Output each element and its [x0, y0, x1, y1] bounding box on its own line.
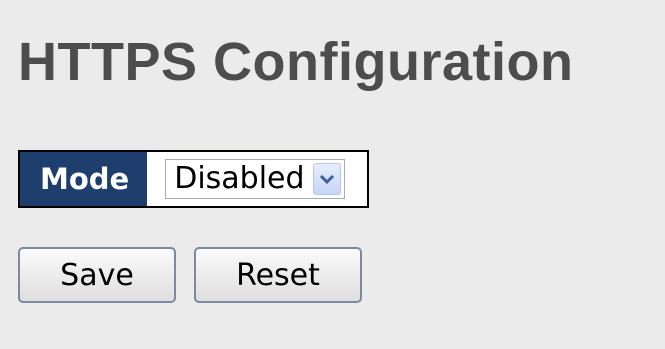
reset-button[interactable]: Reset [194, 247, 362, 303]
chevron-down-icon[interactable] [312, 163, 341, 195]
mode-cell: Disabled [147, 151, 368, 207]
mode-select-value: Disabled [174, 161, 305, 196]
mode-label: Mode [19, 151, 148, 207]
save-button[interactable]: Save [18, 247, 176, 303]
mode-row: Mode Disabled [19, 151, 368, 207]
page-title: HTTPS Configuration [18, 32, 574, 92]
mode-select[interactable]: Disabled [165, 159, 345, 199]
https-config-table: Mode Disabled [18, 150, 369, 208]
